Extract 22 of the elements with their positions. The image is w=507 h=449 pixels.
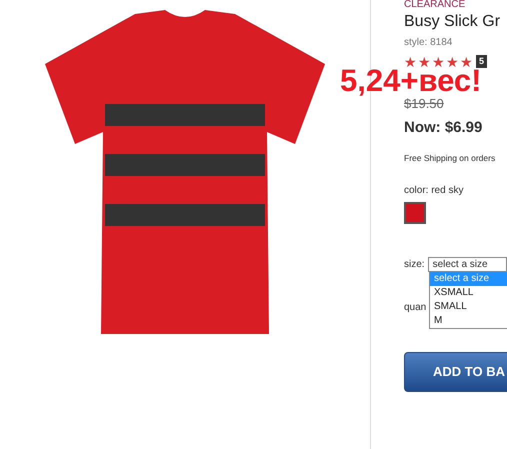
size-label: size: bbox=[404, 258, 425, 272]
dropdown-option[interactable]: XSMALL bbox=[430, 286, 507, 300]
star-icon: ★ bbox=[404, 54, 417, 69]
quantity-label: quan bbox=[404, 300, 426, 315]
original-price: $19.50 bbox=[404, 96, 444, 112]
star-icon: ★ bbox=[418, 54, 431, 69]
star-icon: ★ bbox=[432, 54, 445, 69]
rating-badge: 5 bbox=[476, 55, 488, 68]
style-number: style: 8184 bbox=[404, 36, 454, 50]
annotation-text: 5,24+вес! bbox=[340, 68, 482, 94]
size-dropdown[interactable]: select a size bbox=[428, 256, 507, 272]
color-swatch[interactable] bbox=[404, 202, 426, 224]
color-label: color: red sky bbox=[404, 184, 464, 198]
product-title: Busy Slick Gr bbox=[404, 12, 502, 32]
clearance-label: CLEARANCE bbox=[404, 0, 466, 10]
dropdown-option[interactable]: M bbox=[430, 314, 507, 328]
dropdown-option[interactable]: SMALL bbox=[430, 300, 507, 314]
shipping-note: Free Shipping on orders bbox=[404, 152, 496, 165]
add-to-bag-button[interactable]: ADD TO BA bbox=[404, 352, 507, 392]
sale-price: Now: $6.99 bbox=[404, 118, 484, 138]
star-icon: ★ bbox=[460, 54, 473, 69]
star-icon: ★ bbox=[446, 54, 459, 69]
